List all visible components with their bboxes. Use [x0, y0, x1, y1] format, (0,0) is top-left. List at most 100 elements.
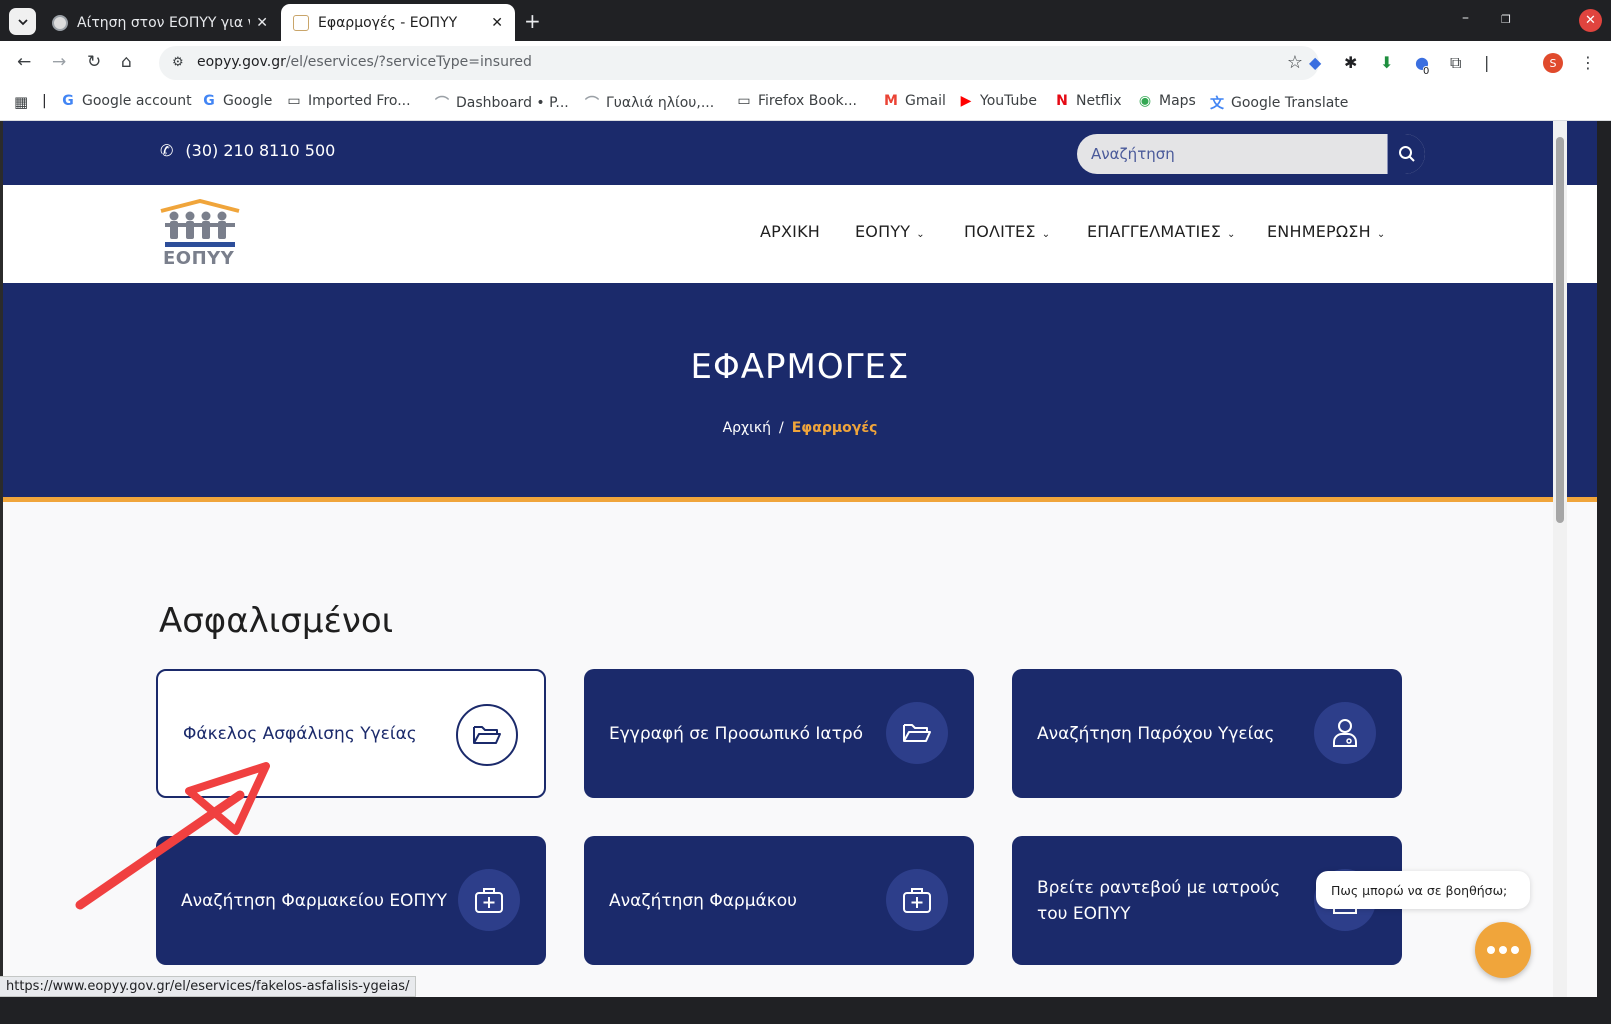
extension-icon[interactable]: ✱ [1344, 53, 1357, 72]
bookmark-label: Γυαλιά ηλίου,... [606, 95, 715, 111]
chat-prompt-bubble[interactable]: Πως μπορώ να σε βοηθήσω; [1316, 871, 1530, 909]
nav-label: ΕΠΑΓΓΕΛΜΑΤΙΕΣ [1087, 222, 1222, 241]
card-medicine-search[interactable]: Αναζήτηση Φαρμάκου [584, 836, 974, 965]
breadcrumb: Αρχική / Εφαρμογές [3, 420, 1597, 436]
nav-label: ΕΟΠΥΥ [855, 222, 911, 241]
bookmark-label: Imported Fro... [308, 93, 411, 109]
medkit-icon [886, 869, 948, 931]
bookmark-dashboard[interactable]: ⌒ Dashboard • P... [434, 93, 569, 113]
bookmark-label: Google account [82, 93, 192, 109]
card-label: Εγγραφή σε Προσωπικό Ιατρό [609, 723, 864, 744]
bookmark-translate[interactable]: 文 Google Translate [1209, 93, 1348, 113]
bookmark-star-icon[interactable]: ☆ [1287, 52, 1303, 73]
bookmark-label: Gmail [905, 93, 946, 109]
gmail-icon: M [884, 93, 898, 109]
nav-label: ΑΡΧΙΚΗ [760, 222, 820, 241]
toolbar-divider: | [1484, 53, 1490, 72]
page-scrollbar[interactable] [1553, 121, 1567, 1004]
bookmark-maps[interactable]: ◉ Maps [1137, 93, 1196, 109]
bookmark-google[interactable]: G Google [201, 93, 272, 109]
new-tab-icon[interactable]: + [524, 9, 541, 33]
nav-home[interactable]: ΑΡΧΙΚΗ [760, 222, 820, 241]
tab-close-icon[interactable]: ✕ [491, 15, 503, 31]
card-pharmacy-search[interactable]: Αναζήτηση Φαρμακείου ΕΟΠΥΥ [156, 836, 546, 965]
maps-icon: ◉ [1138, 93, 1152, 109]
breadcrumb-home[interactable]: Αρχική [723, 420, 771, 436]
card-provider-search[interactable]: Αναζήτηση Παρόχου Υγείας [1012, 669, 1402, 798]
address-bar[interactable]: ⚙ eopyy.gov.gr/el/eservices/?serviceType… [159, 46, 1319, 80]
phone-contact[interactable]: ✆ (30) 210 8110 500 [160, 141, 335, 160]
minimize-icon[interactable]: – [1462, 10, 1469, 26]
bookmark-youtube[interactable]: ▶ YouTube [958, 93, 1037, 109]
google-icon: G [62, 93, 74, 109]
bookmark-netflix[interactable]: N Netflix [1054, 93, 1121, 109]
bookmarks-bar: ▦ | G Google account G Google ▭ Imported Fr… [0, 85, 1611, 121]
nav-professionals[interactable]: ΕΠΑΓΓΕΛΜΑΤΙΕΣ ⌄ [1087, 222, 1236, 241]
bookmark-gmail[interactable]: M Gmail [883, 93, 946, 109]
web-page: ✆ (30) 210 8110 500 ΕΟΠΥΥ [3, 121, 1597, 1004]
bookmark-firefox[interactable]: ▭ Firefox Book... [736, 93, 857, 109]
download-icon[interactable]: ⬇ [1380, 53, 1393, 72]
tab-search-menu-button[interactable] [9, 8, 36, 35]
back-icon[interactable]: ← [17, 52, 31, 72]
nav-citizens[interactable]: ΠΟΛΙΤΕΣ ⌄ [964, 222, 1050, 241]
bookmark-label: Google [223, 93, 273, 109]
browser-toolbar: ← → ↻ ⌂ ⚙ eopyy.gov.gr/el/eservices/?ser… [0, 41, 1611, 85]
chevron-down-icon: ⌄ [1041, 229, 1051, 240]
search-icon [1398, 146, 1415, 162]
tab-title: Εφαρμογές - ΕΟΠΥΥ [318, 14, 458, 31]
search-input[interactable] [1077, 134, 1387, 174]
search-button[interactable] [1387, 134, 1425, 174]
bookmark-sunglasses[interactable]: ⌒ Γυαλιά ηλίου,... [584, 93, 714, 113]
phone-icon: ✆ [160, 141, 174, 160]
forward-icon[interactable]: → [52, 52, 66, 72]
nav-label: ΠΟΛΙΤΕΣ [964, 222, 1036, 241]
bottom-strip [0, 997, 1611, 1024]
reload-icon[interactable]: ↻ [87, 52, 101, 72]
medkit-icon [458, 869, 520, 931]
extensions-puzzle-icon[interactable]: ⧉ [1450, 53, 1461, 73]
more-menu-icon[interactable]: ⋮ [1580, 53, 1596, 72]
chat-launcher-button[interactable] [1475, 922, 1531, 978]
phone-number: (30) 210 8110 500 [185, 141, 336, 160]
tab-close-icon[interactable]: ✕ [256, 15, 268, 31]
card-label: Αναζήτηση Φαρμάκου [609, 890, 797, 911]
apps-grid-icon[interactable]: ▦ [14, 93, 28, 111]
chat-dots-icon [1487, 946, 1519, 954]
close-window-icon[interactable]: ✕ [1579, 9, 1602, 32]
chat-prompt-text: Πως μπορώ να σε βοηθήσω; [1331, 882, 1508, 898]
chevron-down-icon [17, 18, 28, 25]
folder-icon: ▭ [287, 93, 301, 109]
counter-extension-icon[interactable]: ●0 [1415, 53, 1435, 77]
window-edge [0, 121, 3, 997]
scrollbar-thumb[interactable] [1556, 137, 1564, 523]
netflix-icon: N [1056, 93, 1068, 109]
home-icon[interactable]: ⌂ [121, 52, 132, 72]
youtube-icon: ▶ [960, 93, 972, 109]
restore-icon[interactable]: ❐ [1501, 13, 1511, 26]
bookmark-imported[interactable]: ▭ Imported Fro... [286, 93, 411, 109]
bookmark-label: Dashboard • P... [456, 95, 569, 111]
profile-avatar[interactable]: S [1543, 53, 1563, 73]
doctor-icon [1314, 702, 1376, 764]
chevron-down-icon: ⌄ [1376, 229, 1386, 240]
status-bar-url: https://www.eopyy.gov.gr/el/eservices/fa… [0, 976, 417, 997]
nav-label: ΕΝΗΜΕΡΩΣΗ [1267, 222, 1371, 241]
site-icon: ⌒ [435, 96, 449, 112]
card-label: Αναζήτηση Φαρμακείου ΕΟΠΥΥ [181, 890, 447, 911]
nav-news[interactable]: ΕΝΗΜΕΡΩΣΗ ⌄ [1267, 222, 1385, 241]
eopyy-logo[interactable]: ΕΟΠΥΥ [159, 198, 241, 269]
chevron-down-icon: ⌄ [1227, 229, 1236, 240]
tab-active[interactable]: Εφαρμογές - ΕΟΠΥΥ ✕ [281, 4, 515, 41]
bookmarks-divider: | [42, 93, 47, 109]
site-info-icon[interactable]: ⚙ [172, 55, 184, 70]
nav-eopyy[interactable]: ΕΟΠΥΥ ⌄ [855, 222, 925, 241]
card-personal-doctor-registration[interactable]: Εγγραφή σε Προσωπικό Ιατρό [584, 669, 974, 798]
card-label: Βρείτε ραντεβού με ιατρούς του ΕΟΠΥΥ [1037, 877, 1281, 924]
card-health-insurance-folder[interactable]: Φάκελος Ασφάλισης Υγείας [156, 669, 546, 798]
bookmark-google-account[interactable]: G Google account [60, 93, 192, 109]
tag-extension-icon[interactable]: ◆ [1309, 53, 1321, 72]
bookmark-label: Firefox Book... [758, 93, 857, 109]
tab-inactive[interactable]: Αίτηση στον ΕΟΠΥΥ για ν ✕ [40, 4, 280, 41]
site-top-bar: ✆ (30) 210 8110 500 [3, 121, 1597, 185]
